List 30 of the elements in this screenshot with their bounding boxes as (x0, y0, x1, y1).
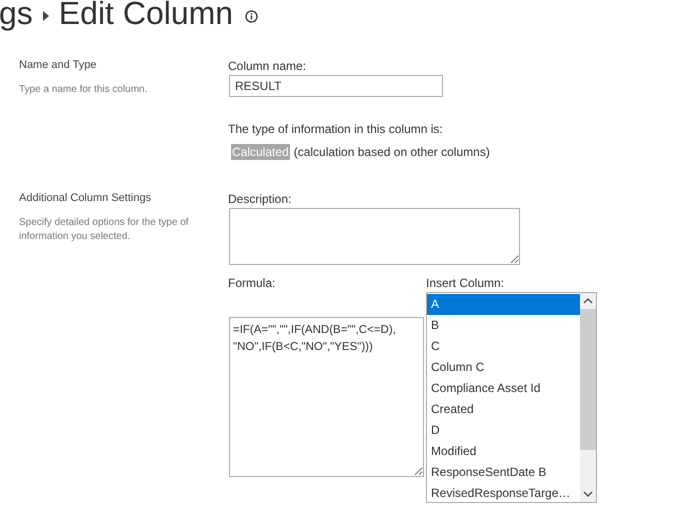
info-icon[interactable] (245, 10, 258, 22)
page-title: Edit Column (58, 0, 234, 28)
list-item[interactable]: Column C (427, 357, 580, 378)
type-note: (calculation based on other columns) (294, 144, 490, 160)
field-label: Description: (228, 191, 292, 207)
field-label: Column name: (228, 58, 308, 74)
column-name-field[interactable]: RESULT (229, 75, 443, 97)
field-label: Formula: (228, 275, 276, 291)
formula-field[interactable]: =IF(A="","",IF(AND(B="",C<=D), "NO",IF(B<C,"NO","YES"))) (229, 317, 424, 477)
list-item[interactable]: D (427, 420, 580, 441)
field-label: Insert Column: (426, 275, 506, 291)
caret-right-icon (42, 11, 49, 21)
section-help-text: Type a name for this column. (19, 84, 148, 95)
section-title: Additional Column Settings (19, 192, 152, 204)
column-listbox[interactable]: A B C Column C Compliance Asset Id Created D Modified ResponseSentDate B RevisedResponseTarge… (426, 292, 597, 503)
list-item[interactable]: Created (427, 399, 580, 420)
type-label: The type of information in this column is: (228, 121, 444, 137)
section-help-text: Specify detailed options for the type of information you selected. (19, 216, 190, 244)
list-item[interactable]: C (427, 336, 580, 357)
list-item[interactable]: ResponseSentDate B (427, 462, 580, 483)
list-item[interactable]: B (427, 315, 580, 336)
list-item[interactable]: Modified (427, 441, 580, 462)
list-item[interactable]: A (427, 294, 580, 315)
scrollbar-thumb[interactable] (580, 309, 596, 450)
description-field[interactable] (229, 208, 520, 265)
section-title: Name and Type (19, 59, 98, 71)
list-item[interactable]: Compliance Asset Id (427, 378, 580, 399)
list-item[interactable]: RevisedResponseTarge… (427, 483, 580, 502)
type-value: Calculated (231, 144, 290, 160)
scrollbar[interactable] (580, 293, 596, 502)
